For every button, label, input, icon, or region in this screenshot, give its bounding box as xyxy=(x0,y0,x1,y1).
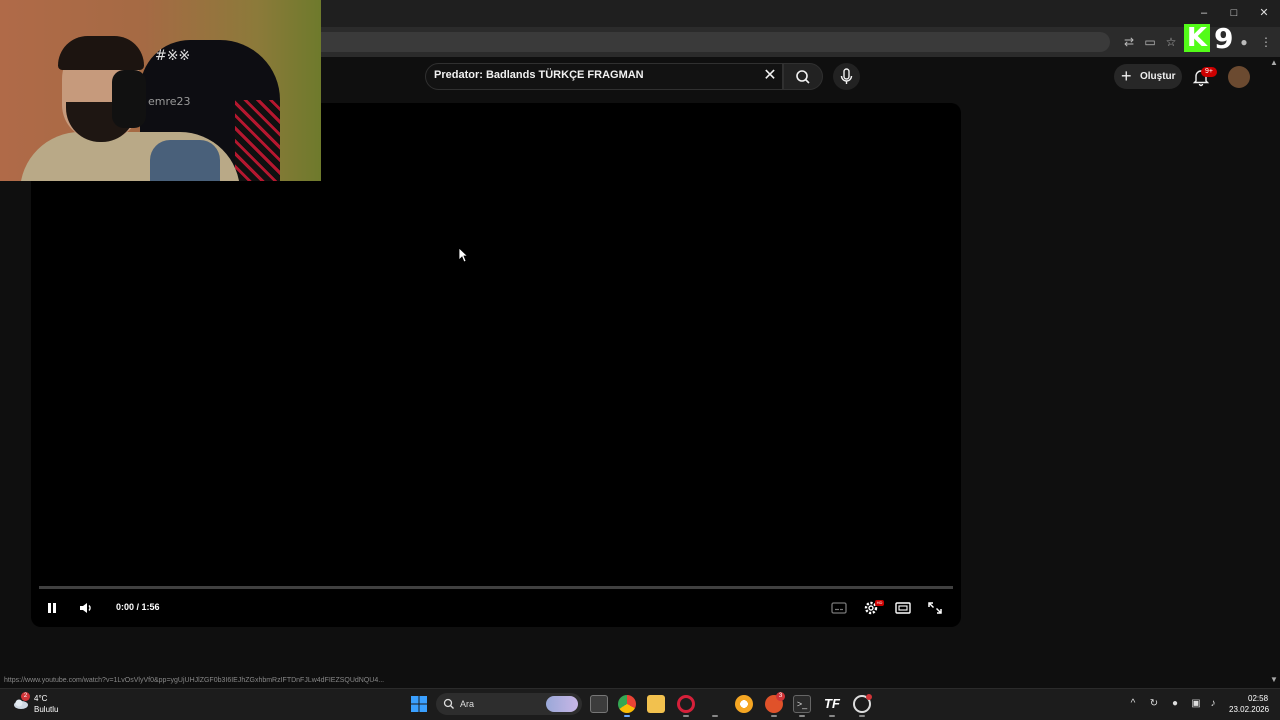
brave-running-indicator xyxy=(771,715,777,717)
bookmark-star-icon[interactable]: ☆ xyxy=(1163,34,1179,50)
search-icon xyxy=(796,70,810,84)
close-window-button[interactable]: ✕ xyxy=(1252,4,1276,22)
chrome-icon[interactable] xyxy=(618,695,636,713)
voice-search-button[interactable] xyxy=(833,63,860,90)
browser-menu-icon[interactable]: ⋮ xyxy=(1258,34,1274,50)
steam-notification-dot xyxy=(866,694,872,700)
headset-icon xyxy=(112,70,146,128)
profile-icon[interactable]: ● xyxy=(1236,34,1252,50)
terminal-icon[interactable]: >_ xyxy=(793,695,811,713)
taskbar-search-label: Ara xyxy=(460,699,475,709)
search-button[interactable] xyxy=(783,63,823,90)
create-button-label: Oluştur xyxy=(1140,71,1176,82)
browser-app-icon[interactable] xyxy=(735,695,753,713)
mouse-cursor-icon xyxy=(458,247,469,263)
task-view-icon[interactable] xyxy=(590,695,608,713)
video-time-display: 0:00 / 1:56 xyxy=(116,602,160,612)
chrome-running-indicator xyxy=(624,715,630,717)
address-bar[interactable] xyxy=(310,32,1110,52)
steam-running-indicator xyxy=(859,715,865,717)
windows-taskbar xyxy=(0,688,1280,720)
streamer-hair xyxy=(58,36,144,70)
closed-captions-icon xyxy=(831,602,847,614)
pause-button[interactable] xyxy=(44,600,60,616)
scrollbar-up-arrow[interactable]: ▲ xyxy=(1270,58,1280,68)
stream-logo-number: 9 xyxy=(1214,22,1234,55)
tray-overflow-chevron-icon[interactable]: ^ xyxy=(1126,697,1140,711)
opera-gx-icon[interactable] xyxy=(677,695,695,713)
volume-button[interactable] xyxy=(77,600,95,616)
theater-mode-icon xyxy=(895,602,911,614)
kick-logo: K xyxy=(1184,24,1210,52)
microphone-tray-icon[interactable]: ● xyxy=(1168,697,1182,711)
tf-app-icon[interactable]: TF xyxy=(823,695,841,713)
plus-icon: + xyxy=(1121,66,1132,86)
search-highlight-icon xyxy=(546,696,578,712)
video-progress-bar[interactable] xyxy=(39,586,953,589)
chair-mesh-pattern xyxy=(235,100,280,181)
pause-icon xyxy=(48,603,56,613)
taskbar-search-box[interactable] xyxy=(436,693,582,715)
link-status-bar: https://www.youtube.com/watch?v=1LvOsVly… xyxy=(0,675,430,687)
search-icon xyxy=(443,698,454,709)
windows-logo-icon xyxy=(411,696,427,712)
fullscreen-button[interactable] xyxy=(926,600,944,616)
theater-mode-button[interactable] xyxy=(894,600,912,616)
chair-brand-text: emre23 xyxy=(148,95,191,108)
notification-count-badge: 9+ xyxy=(1201,67,1217,77)
brave-notification-badge: 3 xyxy=(776,692,785,701)
subtitles-button[interactable] xyxy=(830,600,848,616)
weather-description[interactable]: Bulutlu xyxy=(34,705,58,714)
tf-running-indicator xyxy=(829,715,835,717)
restore-button[interactable]: □ xyxy=(1222,4,1246,22)
chair-logo: #※※ xyxy=(155,48,191,64)
search-query-text: Predator: Badlands TÜRKÇE FRAGMAN xyxy=(434,69,644,81)
windows-start-button[interactable] xyxy=(410,695,428,713)
microphone-icon xyxy=(840,68,853,84)
streamer-jacket xyxy=(150,140,220,181)
file-explorer-icon[interactable] xyxy=(647,695,665,713)
scrollbar-down-arrow[interactable]: ▼ xyxy=(1270,675,1280,685)
minimize-button[interactable]: – xyxy=(1192,4,1216,22)
terminal-running-indicator xyxy=(799,715,805,717)
translate-icon[interactable]: ⇄ xyxy=(1121,34,1137,50)
webcam-overlay: #※※ emre23 xyxy=(0,0,321,181)
clock-time[interactable]: 02:58 xyxy=(1248,694,1268,703)
network-icon[interactable]: ▣ xyxy=(1189,697,1203,711)
hd-quality-badge: HD xyxy=(875,600,884,606)
video-player[interactable] xyxy=(31,103,961,627)
avatar[interactable] xyxy=(1228,66,1250,88)
cast-icon[interactable]: ▭ xyxy=(1142,34,1158,50)
clock-date[interactable]: 23.02.2026 xyxy=(1229,705,1269,714)
weather-temperature[interactable]: 4°C xyxy=(34,694,47,703)
weather-alert-badge: 2 xyxy=(21,692,30,701)
opera-running-indicator xyxy=(683,715,689,717)
speaker-icon[interactable]: ♪ xyxy=(1206,697,1220,711)
app-running-indicator xyxy=(712,715,718,717)
volume-icon xyxy=(80,603,91,613)
clear-search-button[interactable]: ✕ xyxy=(760,66,780,86)
fullscreen-icon xyxy=(928,602,942,614)
sync-icon[interactable]: ↻ xyxy=(1147,697,1161,711)
